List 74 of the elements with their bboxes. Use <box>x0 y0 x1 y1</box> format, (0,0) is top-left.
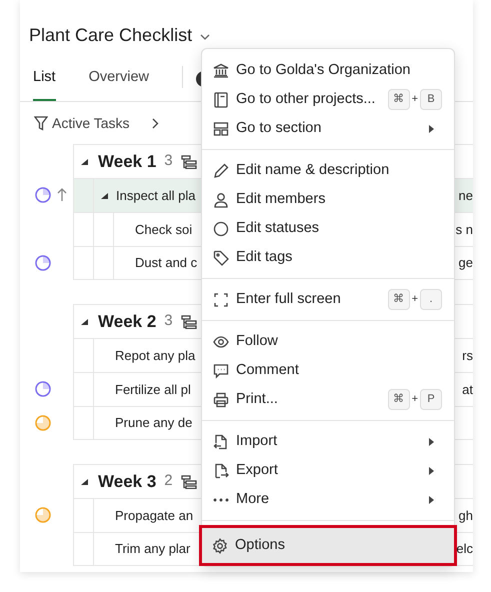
task-name: Dust and c <box>134 254 198 272</box>
chevron-icon <box>152 118 159 128</box>
task-text: ne <box>458 186 473 205</box>
section-title: Week 3 <box>98 470 156 493</box>
task-text: s n <box>456 220 473 239</box>
menu-item[interactable]: Comment <box>202 356 454 385</box>
expand-icon[interactable] <box>81 158 88 164</box>
task-name: Propagate an <box>114 506 194 525</box>
menu-item[interactable]: Options <box>201 527 455 564</box>
bank-icon <box>213 62 229 78</box>
tag-icon <box>213 250 229 266</box>
person-icon <box>213 192 229 208</box>
task-text: at <box>462 380 473 399</box>
expand-icon[interactable] <box>100 192 108 198</box>
section-title: Week 1 <box>98 150 156 173</box>
key-cap: ⌘ <box>388 89 410 110</box>
printer-icon <box>213 392 229 408</box>
menu-item[interactable]: Import <box>202 427 454 456</box>
menu-item[interactable]: Print... ⌘ + P <box>202 385 454 414</box>
pencil-icon <box>213 162 229 178</box>
menu-item[interactable]: More <box>202 485 454 514</box>
task-name: Inspect all pla <box>115 186 196 205</box>
task-count: 2 <box>164 471 173 492</box>
key-cap: B <box>420 89 442 110</box>
key-cap: ⌘ <box>388 389 410 410</box>
task-name: Repot any pla <box>114 346 196 365</box>
comment-icon <box>213 362 229 378</box>
plus-sign: + <box>412 392 418 408</box>
project-title: Plant Care Checklist <box>29 24 192 46</box>
task-name: Trim any plar <box>114 540 190 558</box>
subtasks-icon <box>180 314 197 328</box>
expand-icon[interactable] <box>81 318 88 324</box>
fullscreen-icon <box>213 292 229 308</box>
menu-item[interactable]: Export <box>202 456 454 485</box>
filter-icon <box>34 116 48 130</box>
task-count: 3 <box>164 311 173 332</box>
filter-label[interactable]: Active Tasks <box>52 112 130 134</box>
dots-icon <box>213 498 229 502</box>
task-name: Fertilize all pl <box>114 380 191 399</box>
task-count: 3 <box>164 151 173 172</box>
eye-icon <box>213 334 229 350</box>
key-cap: ⌘ <box>388 289 410 310</box>
task-text: elc <box>456 540 473 558</box>
task-text: gh <box>458 506 473 525</box>
menu-item[interactable]: Edit name & description <box>202 156 454 185</box>
notebook-icon <box>213 92 229 108</box>
tab[interactable]: Overview <box>88 61 150 101</box>
file-export-icon <box>213 462 229 478</box>
task-name: Check soi <box>134 220 192 239</box>
subtasks-icon <box>180 154 197 168</box>
file-import-icon <box>213 434 229 450</box>
task-text: ge <box>458 254 473 272</box>
task-name: Prune any de <box>114 414 192 432</box>
menu-item[interactable]: Follow <box>202 327 454 356</box>
menu-item[interactable]: Go to Golda's Organization <box>202 56 454 85</box>
section-title: Week 2 <box>98 310 156 333</box>
plus-sign: + <box>412 92 418 108</box>
key-cap: P <box>420 389 442 410</box>
settings-icon <box>212 538 228 554</box>
circle-icon <box>213 220 229 236</box>
expand-icon[interactable] <box>81 478 88 484</box>
menu-item[interactable]: Go to other projects... ⌘ + B <box>202 85 454 114</box>
key-cap: . <box>420 289 442 310</box>
menu-item[interactable]: Edit tags <box>202 243 454 272</box>
menu-item[interactable]: Edit statuses <box>202 214 454 243</box>
menu-item[interactable]: Enter full screen ⌘ + . <box>202 285 454 314</box>
caret-icon <box>200 34 210 40</box>
menu-item[interactable]: Edit members <box>202 185 454 214</box>
task-text: rs <box>462 346 473 365</box>
subtasks-icon <box>180 474 197 488</box>
layout-icon <box>213 120 229 136</box>
menu-item[interactable]: Go to section <box>202 114 454 143</box>
tab[interactable]: List <box>33 61 56 101</box>
plus-sign: + <box>412 292 418 308</box>
